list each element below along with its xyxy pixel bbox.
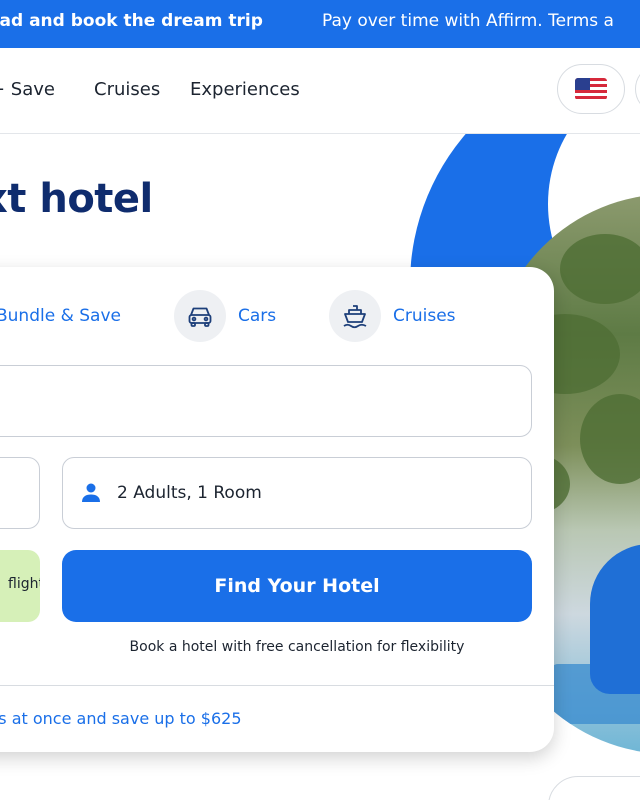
nav-link-cruises[interactable]: Cruises [94, 79, 160, 100]
promo-message-trip: ead and book the dream trip [0, 11, 263, 31]
tab-cars[interactable]: Cars [174, 290, 276, 342]
account-button[interactable] [635, 64, 640, 114]
top-nav: + Save Cruises Experiences [0, 48, 640, 134]
nav-link-bundle-save[interactable]: + Save [0, 79, 55, 100]
us-flag-icon [575, 78, 607, 100]
ship-icon [329, 290, 381, 342]
car-icon [174, 290, 226, 342]
page: ead and book the dream trip Pay over tim… [0, 0, 640, 800]
tab-label: Cruises [393, 306, 456, 326]
cancellation-note: Book a hotel with free cancellation for … [129, 639, 465, 655]
nav-link-experiences[interactable]: Experiences [190, 79, 300, 100]
hero-section: xt hotel Bundle & Save Cars [0, 134, 640, 800]
card-divider [0, 685, 554, 686]
bundle-savings-link[interactable]: els at once and save up to $625 [0, 709, 242, 728]
find-hotel-button[interactable]: Find Your Hotel [62, 550, 532, 622]
person-icon [79, 481, 103, 505]
promo-message-affirm: Pay over time with Affirm. Terms a [322, 11, 614, 31]
destination-input[interactable] [0, 365, 532, 437]
dates-input[interactable] [0, 457, 40, 529]
add-flight-toggle[interactable]: flight [0, 550, 40, 622]
tab-bundle-save[interactable]: Bundle & Save [0, 290, 121, 342]
tab-cruises[interactable]: Cruises [329, 290, 456, 342]
tab-label: Bundle & Save [0, 306, 121, 326]
guests-selector[interactable]: 2 Adults, 1 Room [62, 457, 532, 529]
tab-label: Cars [238, 306, 277, 326]
hotel-search-card: Bundle & Save Cars Cruises 2 Adults, 1 R… [0, 267, 554, 752]
guests-value: 2 Adults, 1 Room [117, 483, 262, 503]
country-selector-button[interactable] [557, 64, 625, 114]
page-title: xt hotel [0, 176, 153, 222]
promo-banner[interactable]: ead and book the dream trip Pay over tim… [0, 0, 640, 48]
chat-button[interactable] [548, 776, 640, 800]
add-flight-label: flight [8, 576, 40, 592]
